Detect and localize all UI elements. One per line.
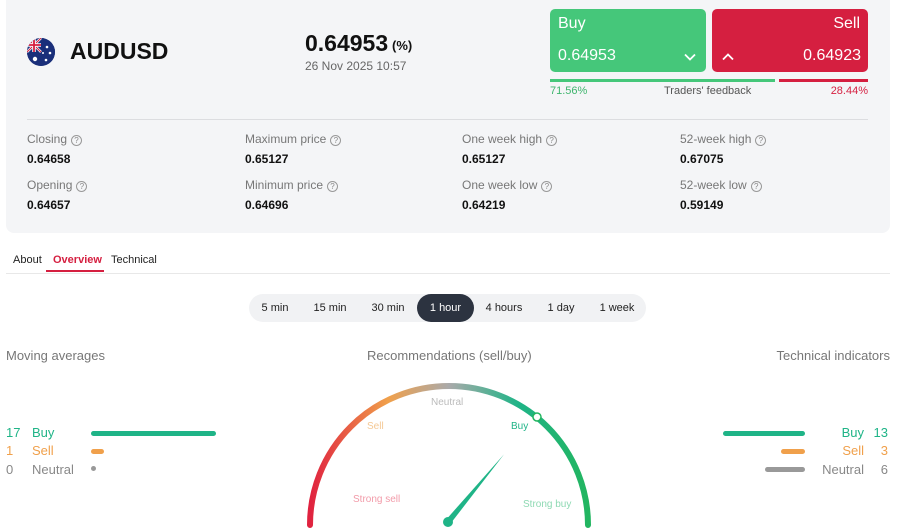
tab-overview[interactable]: Overview xyxy=(53,254,102,266)
buy-button[interactable]: Buy 0.64953 xyxy=(550,9,706,72)
info-icon[interactable]: ? xyxy=(327,181,339,192)
quote-datetime: 26 Nov 2025 10:57 xyxy=(305,59,407,73)
ti-neutral-label: Neutral xyxy=(822,462,864,477)
ti-buy-bar xyxy=(723,431,805,436)
tab-about[interactable]: About xyxy=(13,254,42,266)
gauge-needle xyxy=(445,454,505,524)
stat-value: 0.65127 xyxy=(462,152,506,166)
sell-price: 0.64923 xyxy=(803,47,861,64)
timeframe-1week[interactable]: 1 week xyxy=(592,294,642,322)
stat-value: 0.64657 xyxy=(27,198,71,212)
ti-sell-count: 3 xyxy=(880,443,888,458)
stat-value: 0.65127 xyxy=(245,152,289,166)
moving-averages-title: Moving averages xyxy=(6,348,105,363)
gauge-marker xyxy=(532,412,542,422)
timeframe-4hours[interactable]: 4 hours xyxy=(479,294,529,322)
info-icon[interactable]: ? xyxy=(546,135,558,146)
ma-buy-label: Buy xyxy=(32,425,55,440)
technical-indicators-title: Technical indicators xyxy=(776,348,890,363)
recommendations-title: Recommendations (sell/buy) xyxy=(367,348,532,363)
ti-sell-bar xyxy=(781,449,805,454)
stat-label: 52-week high xyxy=(680,132,752,146)
stat-label: One week high xyxy=(462,132,543,146)
recommendation-gauge: Strong sell Sell Neutral Buy Strong buy xyxy=(307,383,591,528)
ma-sell-bar xyxy=(91,449,104,454)
stat-one-week-high: One week high? 0.65127 xyxy=(462,132,558,166)
stat-value: 0.64696 xyxy=(245,198,289,212)
gauge-label-neutral: Neutral xyxy=(431,397,463,408)
info-icon[interactable]: ? xyxy=(541,181,553,192)
gauge-label-sell: Sell xyxy=(367,421,384,432)
stat-52-week-high: 52-week high? 0.67075 xyxy=(680,132,767,166)
info-icon[interactable]: ? xyxy=(750,181,762,192)
stat-value: 0.64658 xyxy=(27,152,71,166)
feedback-buy-bar xyxy=(550,79,775,82)
chevron-up-icon xyxy=(722,53,734,61)
stat-opening: Opening? 0.64657 xyxy=(27,178,88,212)
info-icon[interactable]: ? xyxy=(755,135,767,146)
stat-label: Opening xyxy=(27,178,73,192)
chevron-down-icon xyxy=(684,53,696,61)
stat-label: Minimum price xyxy=(245,178,324,192)
gauge-label-strong-buy: Strong buy xyxy=(523,499,571,510)
ti-neutral-bar xyxy=(765,467,805,472)
stat-label: 52-week low xyxy=(680,178,747,192)
feedback-sell-bar xyxy=(779,79,868,82)
tab-bar: About Overview Technical xyxy=(6,250,890,274)
info-icon[interactable]: ? xyxy=(330,135,342,146)
ti-neutral-count: 6 xyxy=(880,462,888,477)
gauge-label-buy: Buy xyxy=(511,421,528,432)
timeframe-selector: 5 min 15 min 30 min 1 hour 4 hours 1 day… xyxy=(249,294,646,322)
stat-maximum-price: Maximum price? 0.65127 xyxy=(245,132,342,166)
ma-neutral-dot xyxy=(91,466,96,471)
info-icon[interactable]: ? xyxy=(71,135,83,146)
card-divider xyxy=(27,119,868,120)
timeframe-15min[interactable]: 15 min xyxy=(304,294,356,322)
buy-label: Buy xyxy=(558,15,586,32)
stat-value: 0.59149 xyxy=(680,198,724,212)
australia-flag-icon xyxy=(27,38,55,66)
buy-price: 0.64953 xyxy=(558,47,616,64)
sell-label: Sell xyxy=(833,15,860,32)
current-price: 0.64953 xyxy=(305,30,389,56)
feedback-buy-percent: 71.56% xyxy=(550,85,588,97)
ma-neutral-count: 0 xyxy=(6,462,14,477)
sell-button[interactable]: Sell 0.64923 xyxy=(712,9,868,72)
stat-one-week-low: One week low? 0.64219 xyxy=(462,178,553,212)
ti-buy-label: Buy xyxy=(841,425,864,440)
gauge-needle-pivot xyxy=(443,517,453,527)
stat-52-week-low: 52-week low? 0.59149 xyxy=(680,178,762,212)
symbol-name: AUDUSD xyxy=(70,38,169,64)
timeframe-30min[interactable]: 30 min xyxy=(362,294,414,322)
stat-value: 0.64219 xyxy=(462,198,506,212)
timeframe-1hour[interactable]: 1 hour xyxy=(417,294,474,322)
info-icon[interactable]: ? xyxy=(76,181,88,192)
feedback-sell-percent: 28.44% xyxy=(830,85,868,97)
ma-buy-count: 17 xyxy=(6,425,21,440)
ma-neutral-label: Neutral xyxy=(32,462,74,477)
stat-minimum-price: Minimum price? 0.64696 xyxy=(245,178,339,212)
tab-technical[interactable]: Technical xyxy=(111,254,157,266)
stat-value: 0.67075 xyxy=(680,152,724,166)
stat-label: Closing xyxy=(27,132,68,146)
feedback-label: Traders' feedback xyxy=(664,85,752,97)
ma-sell-count: 1 xyxy=(6,443,14,458)
timeframe-5min[interactable]: 5 min xyxy=(253,294,297,322)
timeframe-1day[interactable]: 1 day xyxy=(536,294,586,322)
ti-buy-count: 13 xyxy=(873,425,888,440)
active-tab-indicator xyxy=(46,270,104,272)
ma-sell-label: Sell xyxy=(32,443,54,458)
gauge-label-strong-sell: Strong sell xyxy=(353,494,400,505)
stat-label: One week low xyxy=(462,178,538,192)
stat-label: Maximum price xyxy=(245,132,327,146)
stat-closing: Closing? 0.64658 xyxy=(27,132,83,166)
ma-buy-bar xyxy=(91,431,216,436)
ti-sell-label: Sell xyxy=(842,443,864,458)
change-percent: (%) xyxy=(392,38,413,53)
